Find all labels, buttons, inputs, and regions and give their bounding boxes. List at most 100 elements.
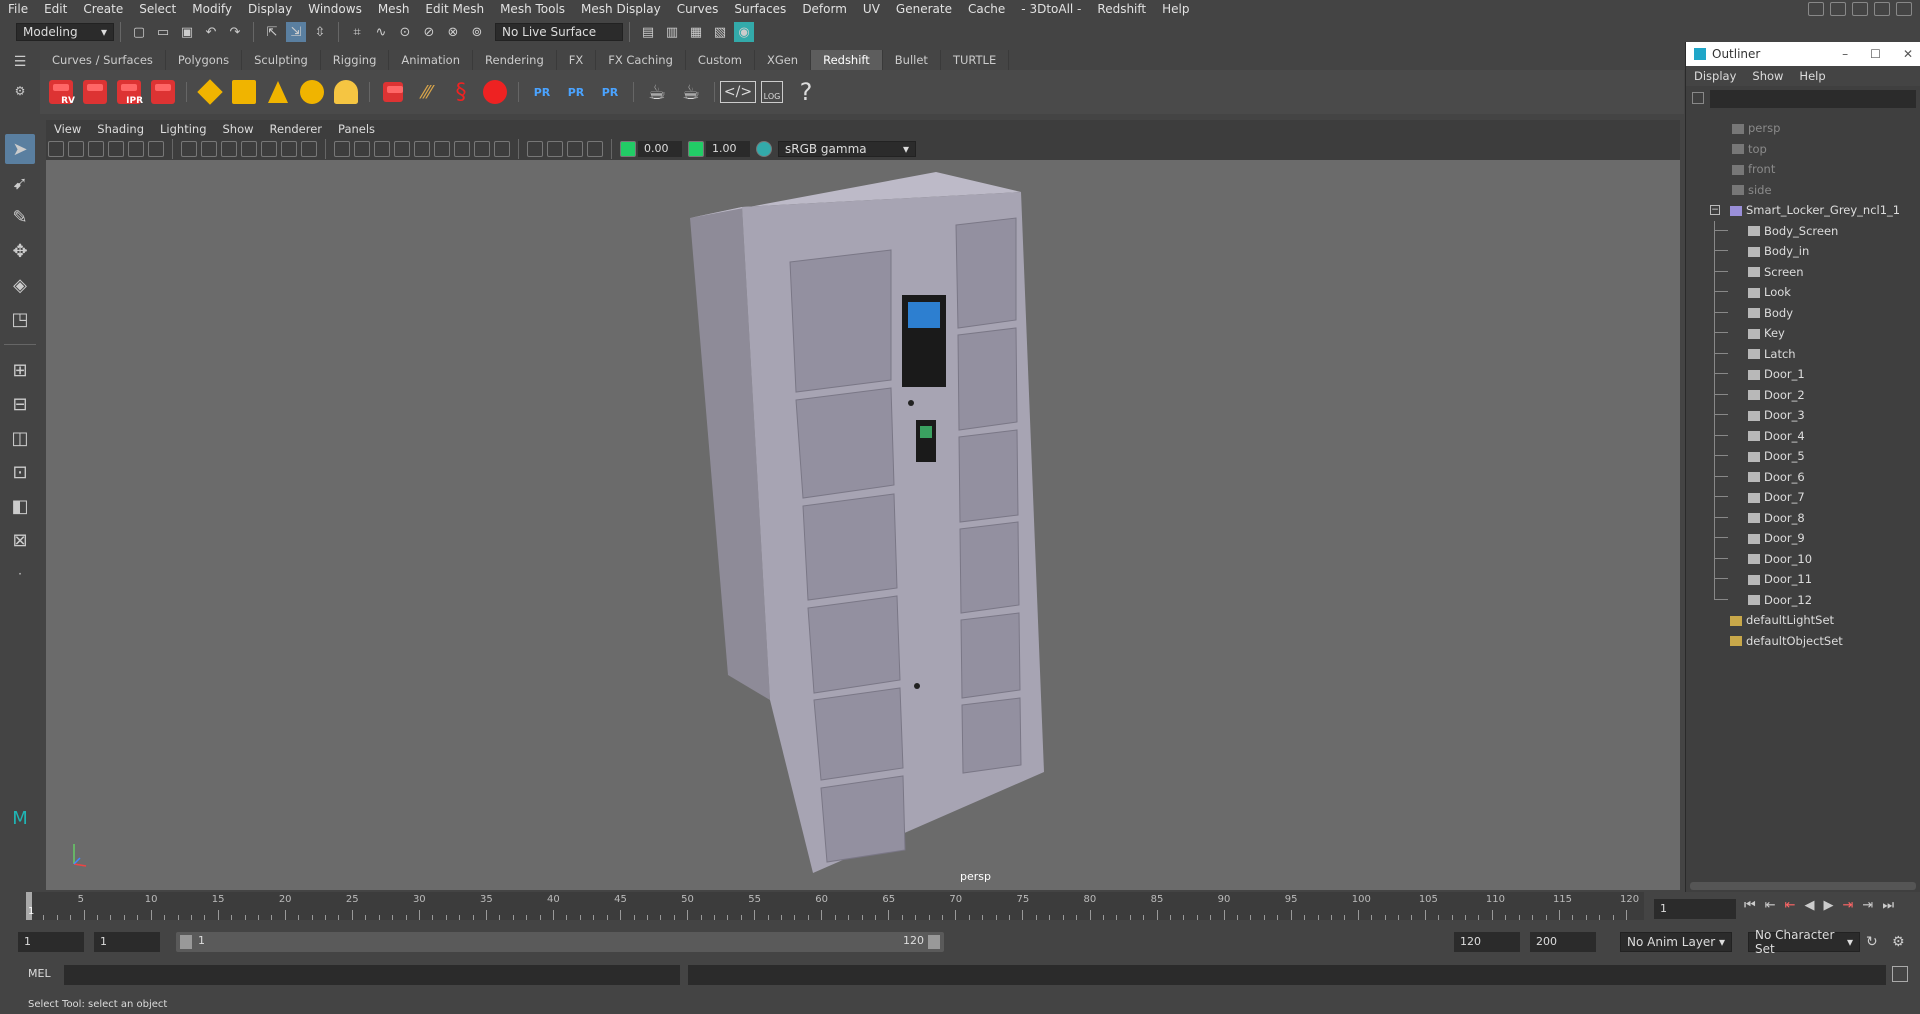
script-language-label[interactable]: MEL (28, 967, 51, 980)
xray-icon[interactable] (547, 141, 563, 157)
outliner-item-mesh[interactable]: Body (1748, 303, 1793, 323)
range-slider[interactable]: 1 120 (176, 932, 944, 952)
outliner-item-camera[interactable]: front (1732, 159, 1775, 179)
xray-components-icon[interactable] (587, 141, 603, 157)
camera-select-icon[interactable] (48, 141, 64, 157)
menu-deform[interactable]: Deform (794, 2, 855, 16)
panel-menu-panels[interactable]: Panels (330, 122, 383, 136)
help-button[interactable]: ? (791, 76, 821, 108)
menu-select[interactable]: Select (131, 2, 184, 16)
step-back-frame-icon[interactable]: ⇤ (1785, 898, 1796, 913)
auto-key-icon[interactable]: ↻ (1866, 934, 1878, 950)
snap-pivot-icon[interactable]: ⊚ (467, 22, 487, 42)
wireframe-icon[interactable] (334, 141, 350, 157)
shelf-tab-fx-caching[interactable]: FX Caching (596, 50, 686, 70)
outliner-item-mesh[interactable]: Door_11 (1748, 569, 1812, 589)
gamma-icon[interactable] (688, 141, 704, 157)
outliner-item-camera[interactable]: persp (1732, 118, 1780, 138)
render-frame-icon[interactable]: ▥ (662, 22, 682, 42)
outliner-item-set[interactable]: defaultObjectSet (1730, 631, 1843, 651)
layout-icon[interactable] (1830, 2, 1846, 16)
shadows-icon[interactable] (434, 141, 450, 157)
menu-windows[interactable]: Windows (300, 2, 370, 16)
outliner-menu-help[interactable]: Help (1791, 69, 1833, 83)
menu-cache[interactable]: Cache (960, 2, 1013, 16)
sun-sky-button[interactable] (331, 76, 361, 108)
shelf-tab-redshift[interactable]: Redshift (811, 50, 883, 70)
move-tool-button[interactable]: ✥ (5, 236, 35, 266)
workspace-icon[interactable] (1808, 2, 1824, 16)
outliner-item-mesh[interactable]: Look (1748, 282, 1791, 302)
render-view-icon[interactable]: ▤ (638, 22, 658, 42)
menu-file[interactable]: File (0, 2, 36, 16)
snap-curve-icon[interactable]: ∿ (371, 22, 391, 42)
log-button[interactable]: LOG (757, 76, 787, 108)
outliner-item-mesh[interactable]: Door_1 (1748, 364, 1805, 384)
outliner-item-mesh[interactable]: Key (1748, 323, 1785, 343)
outliner-item-mesh[interactable]: Screen (1748, 262, 1804, 282)
script-editor-icon[interactable] (1892, 966, 1908, 982)
anti-aliasing-icon[interactable] (494, 141, 510, 157)
render-settings-icon[interactable]: ▧ (710, 22, 730, 42)
ipr-render-icon[interactable]: ▦ (686, 22, 706, 42)
grease-pencil-icon[interactable] (148, 141, 164, 157)
shelf-settings-icon[interactable]: ⚙ (0, 84, 40, 98)
safe-action-icon[interactable] (281, 141, 297, 157)
menu-help[interactable]: Help (1154, 2, 1197, 16)
scale-tool-button[interactable]: ◳ (5, 304, 35, 334)
range-start-handle[interactable] (180, 935, 192, 949)
outliner-item-camera[interactable]: side (1732, 180, 1772, 200)
image-plane-icon[interactable] (108, 141, 124, 157)
undo-icon[interactable]: ↶ (201, 22, 221, 42)
scene-end-field[interactable]: 200 (1530, 932, 1596, 952)
menu-mesh-display[interactable]: Mesh Display (573, 2, 669, 16)
panel-menu-show[interactable]: Show (215, 122, 262, 136)
grid-toggle-icon[interactable] (181, 141, 197, 157)
hypershade-icon[interactable]: ◉ (734, 22, 754, 42)
teapot-alt-button[interactable]: ☕ (676, 76, 706, 108)
hair-button[interactable]: ⁄⁄⁄ (412, 76, 442, 108)
color-management-icon[interactable] (756, 141, 772, 157)
menu-create[interactable]: Create (75, 2, 131, 16)
shelf-tab-xgen[interactable]: XGen (754, 50, 812, 70)
playback-end-field[interactable]: 120 (1454, 932, 1520, 952)
redshift-settings-button[interactable] (148, 76, 178, 108)
shelf-tab-custom[interactable]: Custom (685, 50, 755, 70)
select-tool-button[interactable]: ➤ (5, 134, 35, 164)
outliner-item-mesh[interactable]: Body_in (1748, 241, 1809, 261)
outliner-item-mesh[interactable]: Door_5 (1748, 446, 1805, 466)
single-perspective-layout-button[interactable]: ⊞ (5, 355, 35, 385)
step-forward-key-icon[interactable]: ⇥ (1862, 898, 1873, 913)
outliner-item-camera[interactable]: top (1732, 139, 1767, 159)
outliner-item-mesh[interactable]: Door_12 (1748, 590, 1812, 610)
snap-surface-icon[interactable]: ⊗ (443, 22, 463, 42)
panel-menu-lighting[interactable]: Lighting (152, 122, 214, 136)
command-input[interactable] (64, 965, 680, 985)
perspective-viewport[interactable] (46, 160, 1680, 890)
mode-selector[interactable]: Modeling ▾ (16, 23, 114, 41)
safe-title-icon[interactable] (301, 141, 317, 157)
current-frame-field[interactable]: 1 (1654, 899, 1736, 919)
outliner-item-mesh[interactable]: Door_7 (1748, 487, 1805, 507)
persp-outliner-layout-button[interactable]: ◧ (5, 491, 35, 521)
gate-mask-icon[interactable] (241, 141, 257, 157)
panel-menu-view[interactable]: View (46, 122, 89, 136)
collapse-icon[interactable]: − (1710, 205, 1720, 215)
shelf-tab-animation[interactable]: Animation (389, 50, 474, 70)
outliner-search-input[interactable] (1710, 90, 1916, 108)
snap-grid-icon[interactable]: ⌗ (347, 22, 367, 42)
outliner-item-mesh[interactable]: Door_9 (1748, 528, 1805, 548)
live-surface-field[interactable]: No Live Surface (495, 23, 623, 41)
minimize-icon[interactable]: – (1842, 47, 1848, 61)
shelf-tab-rendering[interactable]: Rendering (473, 50, 557, 70)
bookmark-icon[interactable] (88, 141, 104, 157)
ambient-occlusion-icon[interactable] (454, 141, 470, 157)
xray-joints-icon[interactable] (567, 141, 583, 157)
go-to-start-icon[interactable]: ⏮ (1744, 898, 1756, 913)
redshift-snapshot-button[interactable] (80, 76, 110, 108)
volume-button[interactable]: § (446, 76, 476, 108)
shelf-tab-turtle[interactable]: TURTLE (940, 50, 1010, 70)
portal-light-button[interactable] (229, 76, 259, 108)
shelf-tab-rigging[interactable]: Rigging (320, 50, 390, 70)
script-editor-button[interactable]: </> (719, 76, 757, 108)
